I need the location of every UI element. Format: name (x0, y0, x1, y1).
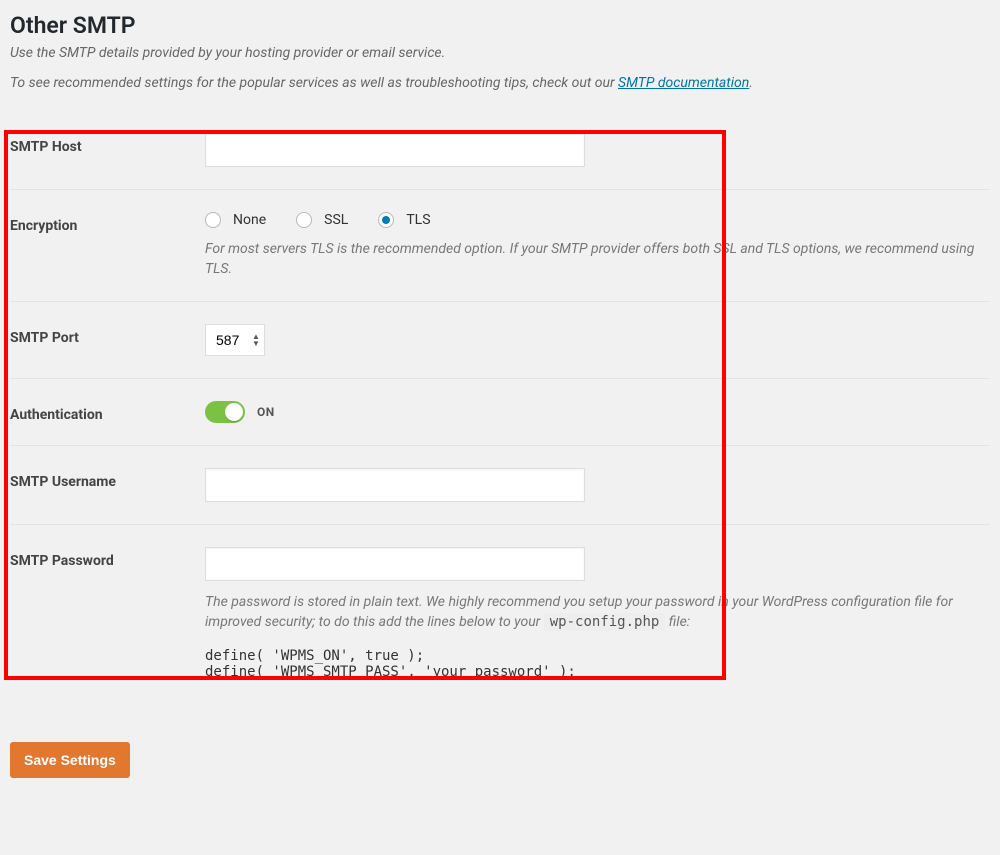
radio-icon (378, 212, 394, 228)
smtp-port-stepper[interactable]: ▲ ▼ (205, 324, 265, 356)
save-settings-button[interactable]: Save Settings (10, 742, 130, 778)
authentication-toggle-label: ON (257, 405, 275, 419)
label-authentication: Authentication (10, 401, 205, 423)
row-smtp-password: SMTP Password The password is stored in … (10, 525, 990, 702)
smtp-password-input[interactable] (205, 547, 585, 581)
intro-line-1: Use the SMTP details provided by your ho… (10, 45, 990, 61)
smtp-docs-link[interactable]: SMTP documentation (618, 75, 749, 91)
authentication-toggle[interactable] (205, 401, 245, 423)
password-desc: The password is stored in plain text. We… (205, 593, 975, 632)
label-encryption: Encryption (10, 212, 205, 234)
intro-suffix: . (749, 75, 753, 91)
password-code-block: define( 'WPMS_ON', true ); define( 'WPMS… (205, 648, 990, 680)
smtp-username-input[interactable] (205, 468, 585, 502)
radio-label-ssl: SSL (324, 212, 348, 228)
smtp-host-input[interactable] (205, 133, 585, 167)
smtp-port-input[interactable] (214, 331, 250, 349)
encryption-radio-none[interactable]: None (205, 212, 266, 228)
chevron-down-icon[interactable]: ▼ (252, 340, 260, 347)
radio-label-none: None (233, 212, 266, 228)
row-smtp-host: SMTP Host (10, 105, 990, 190)
label-smtp-password: SMTP Password (10, 547, 205, 569)
password-desc-suffix: file: (665, 614, 690, 630)
password-desc-code: wp-config.php (544, 613, 666, 631)
radio-icon (205, 212, 221, 228)
label-smtp-username: SMTP Username (10, 468, 205, 490)
encryption-radio-tls[interactable]: TLS (378, 212, 430, 228)
label-smtp-port: SMTP Port (10, 324, 205, 346)
radio-label-tls: TLS (406, 212, 430, 228)
smtp-form: SMTP Host Encryption None SSL (10, 105, 990, 778)
intro-line-2: To see recommended settings for the popu… (10, 75, 990, 91)
section-title: Other SMTP (10, 12, 990, 39)
toggle-knob-icon (225, 403, 243, 421)
label-smtp-host: SMTP Host (10, 133, 205, 155)
radio-icon (296, 212, 312, 228)
row-authentication: Authentication ON (10, 379, 990, 446)
encryption-radio-ssl[interactable]: SSL (296, 212, 348, 228)
row-smtp-port: SMTP Port ▲ ▼ (10, 302, 990, 379)
row-encryption: Encryption None SSL TLS Fo (10, 190, 990, 302)
row-smtp-username: SMTP Username (10, 446, 990, 525)
intro-prefix: To see recommended settings for the popu… (10, 75, 618, 91)
encryption-desc: For most servers TLS is the recommended … (205, 240, 975, 279)
